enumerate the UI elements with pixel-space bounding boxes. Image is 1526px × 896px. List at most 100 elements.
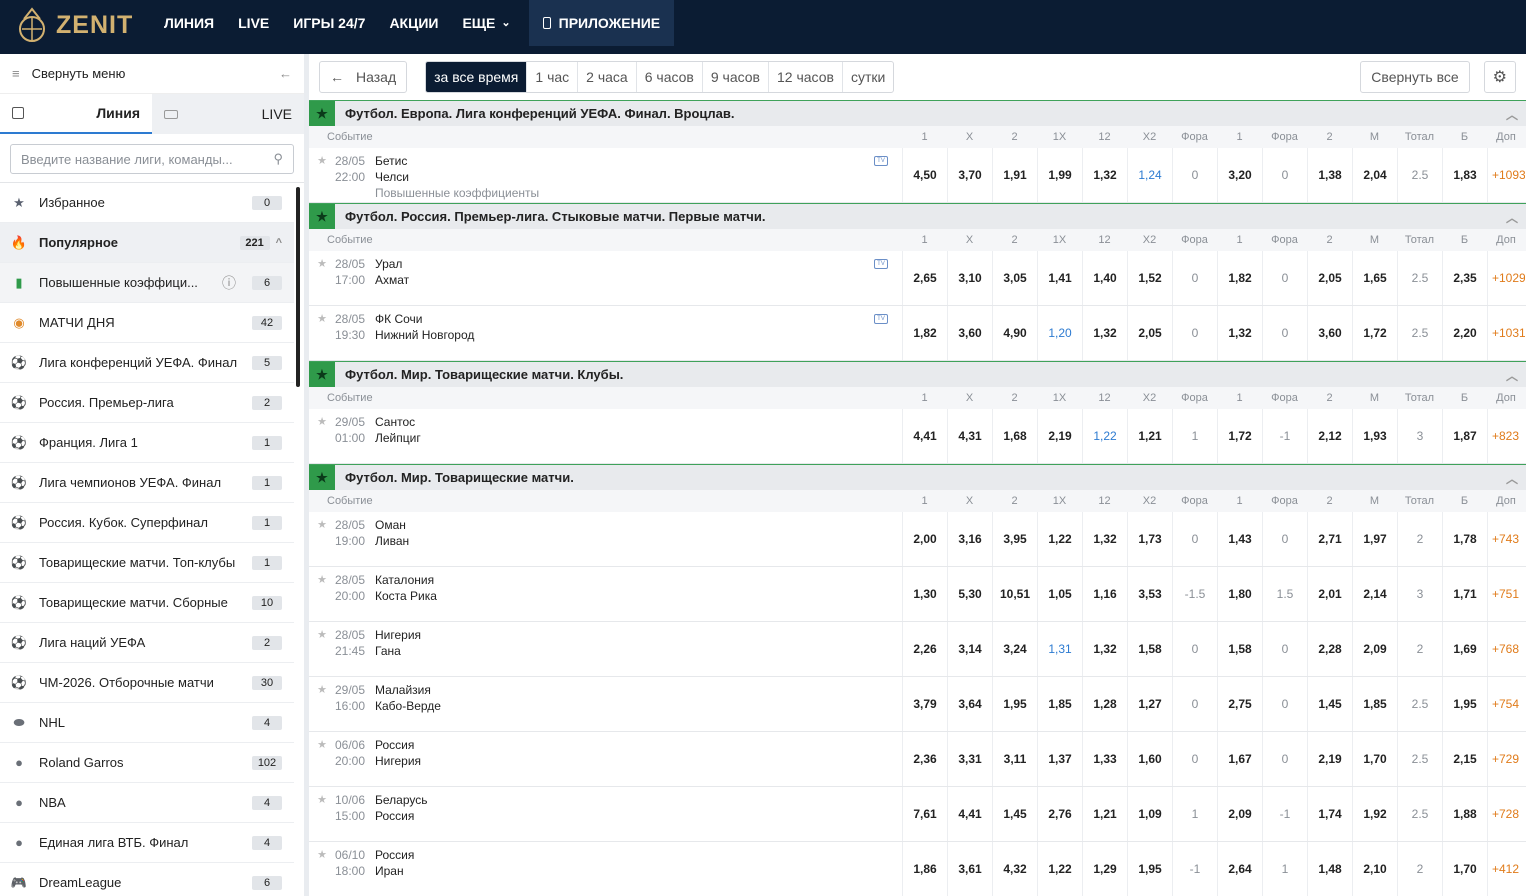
odds-cell[interactable]: -1 [1262,409,1307,463]
odds-cell[interactable]: 2,05 [1127,306,1172,360]
odds-cell[interactable]: 4,32 [992,842,1037,896]
event-row[interactable]: ★ 06/10 18:00 Россия Иран 1,86 3,61 4,32 1,22 1,2… [309,842,1526,896]
odds-cell[interactable]: 1,40 [1082,251,1127,305]
nav-line[interactable]: ЛИНИЯ [152,0,226,46]
event-info[interactable]: ★ 28/05 20:00 Каталония Коста Рика [309,567,902,621]
odds-cell[interactable]: 0 [1262,512,1307,566]
odds-cell[interactable]: 1,28 [1082,677,1127,731]
odds-cell[interactable]: 2.5 [1397,306,1442,360]
period-option[interactable]: 1 час [527,62,579,92]
odds-cell[interactable]: 1,72 [1352,306,1397,360]
odds-cell[interactable]: 1,29 [1082,842,1127,896]
odds-cell[interactable]: 3 [1397,409,1442,463]
favorite-star-icon[interactable]: ★ [309,414,335,428]
odds-cell[interactable]: 4,90 [992,306,1037,360]
odds-cell[interactable]: 2,14 [1352,567,1397,621]
odds-cell[interactable]: 1,72 [1217,409,1262,463]
odds-cell[interactable]: 2 [1397,842,1442,896]
period-option[interactable]: 2 часа [578,62,637,92]
favorite-star-icon[interactable]: ★ [309,311,335,325]
odds-cell[interactable]: 1,37 [1037,732,1082,786]
event-info[interactable]: ★ 10/06 15:00 Беларусь Россия [309,787,902,841]
odds-cell[interactable]: 3,14 [947,622,992,676]
odds-cell[interactable]: -1.5 [1172,567,1217,621]
odds-cell[interactable]: 1,95 [1127,842,1172,896]
odds-cell[interactable]: 2,19 [1037,409,1082,463]
odds-cell[interactable]: 10,51 [992,567,1037,621]
odds-cell[interactable]: 3,95 [992,512,1037,566]
odds-cell[interactable]: 3,64 [947,677,992,731]
league-header[interactable]: ★ Футбол. Европа. Лига конференций УЕФА. … [309,100,1526,126]
odds-cell[interactable]: 1,24 [1127,148,1172,202]
info-icon[interactable]: ⓘ [222,273,236,293]
odds-cell[interactable]: 0 [1172,732,1217,786]
more-markets-link[interactable]: +768 [1487,622,1525,676]
sidebar-item[interactable]: ⚽ Лига наций УЕФА 2 [0,623,294,663]
odds-cell[interactable]: 0 [1172,622,1217,676]
event-row[interactable]: ★ 28/05 17:00 Урал Ахмат TV 2,65 3,10 3,05 1,41 1,… [309,251,1526,306]
event-info[interactable]: ★ 29/05 16:00 Малайзия Кабо-Верде [309,677,902,731]
tab-line[interactable]: Линия [0,94,152,134]
odds-cell[interactable]: 1,67 [1217,732,1262,786]
odds-cell[interactable]: 3,70 [947,148,992,202]
odds-cell[interactable]: 1,21 [1082,787,1127,841]
odds-cell[interactable]: 2,04 [1352,148,1397,202]
favorite-star-icon[interactable]: ★ [309,572,335,586]
odds-cell[interactable]: 0 [1262,251,1307,305]
odds-cell[interactable]: -1 [1262,787,1307,841]
league-header[interactable]: ★ Футбол. Мир. Товарищеские матчи. Клубы.… [309,361,1526,387]
odds-cell[interactable]: 1,80 [1217,567,1262,621]
odds-cell[interactable]: 1,68 [992,409,1037,463]
odds-cell[interactable]: 2,09 [1352,622,1397,676]
period-option[interactable]: сутки [843,62,893,92]
more-markets-link[interactable]: +1029 [1487,251,1525,305]
back-button[interactable]: ← Назад [319,61,408,93]
odds-cell[interactable]: 2.5 [1397,148,1442,202]
odds-cell[interactable]: 1,70 [1442,842,1487,896]
odds-cell[interactable]: 1,32 [1082,148,1127,202]
odds-cell[interactable]: 2,01 [1307,567,1352,621]
odds-cell[interactable]: 1,92 [1352,787,1397,841]
odds-cell[interactable]: 3,20 [1217,148,1262,202]
league-header[interactable]: ★ Футбол. Россия. Премьер-лига. Стыковые … [309,203,1526,229]
more-markets-link[interactable]: +751 [1487,567,1525,621]
period-option[interactable]: 6 часов [637,62,703,92]
odds-cell[interactable]: 2,28 [1307,622,1352,676]
odds-cell[interactable]: 1,32 [1082,306,1127,360]
event-info[interactable]: ★ 28/05 17:00 Урал Ахмат TV [309,251,902,305]
collapse-all-button[interactable]: Свернуть все [1360,61,1470,93]
odds-cell[interactable]: 3,61 [947,842,992,896]
odds-cell[interactable]: 1,60 [1127,732,1172,786]
more-markets-link[interactable]: +754 [1487,677,1525,731]
more-markets-link[interactable]: +1031 [1487,306,1525,360]
odds-cell[interactable]: 2,26 [902,622,947,676]
odds-cell[interactable]: 1,91 [992,148,1037,202]
collapse-menu-button[interactable]: ≡ Свернуть меню [12,66,125,81]
odds-cell[interactable]: 2,64 [1217,842,1262,896]
odds-cell[interactable]: 0 [1172,306,1217,360]
sidebar-item[interactable]: ● Единая лига ВТБ. Финал 4 [0,823,294,863]
sidebar-item[interactable]: ⚽ Товарищеские матчи. Топ-клубы 1 [0,543,294,583]
odds-cell[interactable]: 1,70 [1352,732,1397,786]
sidebar-item[interactable]: ⚽ Лига конференций УЕФА. Финал 5 [0,343,294,383]
odds-cell[interactable]: 1,45 [992,787,1037,841]
sidebar-item[interactable]: ● Roland Garros 102 [0,743,294,783]
odds-cell[interactable]: 3,79 [902,677,947,731]
odds-cell[interactable]: 2.5 [1397,732,1442,786]
favorite-star-icon[interactable]: ★ [309,737,335,751]
odds-cell[interactable]: 2,00 [902,512,947,566]
odds-cell[interactable]: 1 [1172,409,1217,463]
odds-cell[interactable]: 1,85 [1037,677,1082,731]
odds-cell[interactable]: 1,82 [902,306,947,360]
odds-cell[interactable]: 1,87 [1442,409,1487,463]
sidebar-item[interactable]: ● NBA 4 [0,783,294,823]
more-markets-link[interactable]: +729 [1487,732,1525,786]
event-row[interactable]: ★ 29/05 16:00 Малайзия Кабо-Верде 3,79 3,64 1,9… [309,677,1526,732]
sidebar-item[interactable]: ★ Избранное 0 [0,183,294,223]
odds-cell[interactable]: 1,83 [1442,148,1487,202]
odds-cell[interactable]: 1,48 [1307,842,1352,896]
odds-cell[interactable]: 2,10 [1352,842,1397,896]
odds-cell[interactable]: 2,35 [1442,251,1487,305]
odds-cell[interactable]: 4,41 [947,787,992,841]
odds-cell[interactable]: 1,41 [1037,251,1082,305]
